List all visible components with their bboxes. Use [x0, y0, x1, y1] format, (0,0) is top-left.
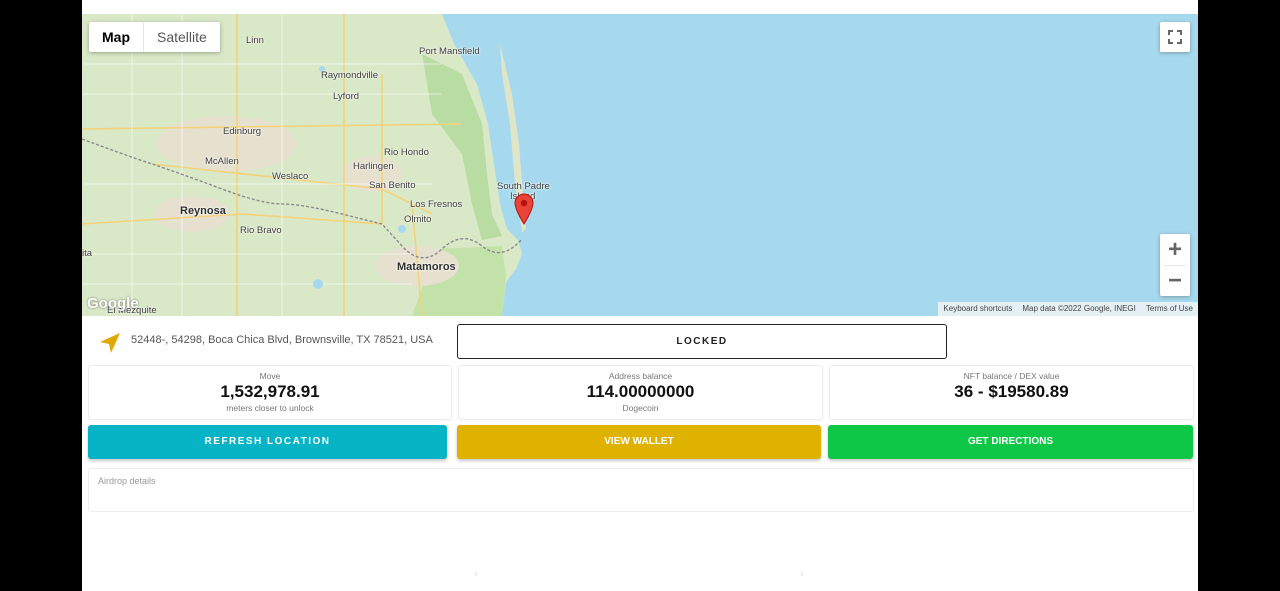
move-value: 1,532,978.91 [220, 382, 320, 401]
address-text: 52448-, 54298, Boca Chica Blvd, Brownsvi… [131, 334, 433, 346]
place-edinburg: Edinburg [223, 126, 262, 137]
refresh-location-button[interactable]: REFRESH LOCATION [88, 425, 447, 459]
balance-value: 114.00000000 [586, 382, 695, 401]
map-canvas [82, 14, 1198, 316]
place-san-benito: San Benito [369, 180, 416, 191]
get-directions-button[interactable]: GET DIRECTIONS [828, 425, 1193, 459]
map-data-text: Map data ©2022 Google, INEGI [1022, 304, 1136, 313]
zoom-divider [1164, 265, 1186, 266]
map-type-map-button[interactable]: Map [89, 22, 144, 52]
nft-label: NFT balance / DEX value [963, 371, 1060, 381]
place-mcallen: McAllen [205, 156, 239, 167]
map-type-satellite-button[interactable]: Satellite [144, 22, 220, 52]
zoom-out-button[interactable]: − [1160, 265, 1190, 296]
airdrop-placeholder: Airdrop details [98, 476, 156, 486]
nft-card: NFT balance / DEX value 36 - $19580.89 [829, 365, 1194, 420]
nft-value: 36 - $19580.89 [954, 382, 1069, 401]
address-row: 52448-, 54298, Boca Chica Blvd, Brownsvi… [82, 316, 1198, 364]
zoom-control: + − [1160, 234, 1190, 296]
place-lyford: Lyford [333, 91, 360, 102]
lock-status: LOCKED [457, 324, 947, 359]
place-weslaco: Weslaco [272, 171, 309, 182]
balance-currency: Dogecoin [622, 403, 659, 413]
place-olmito: Olmito [404, 214, 432, 225]
move-label: Move [259, 371, 281, 381]
place-matamoros: Matamoros [397, 261, 456, 273]
pager-prev-button[interactable]: ‹ [474, 568, 478, 580]
place-reynosa: Reynosa [180, 205, 226, 217]
move-unit: meters closer to unlock [226, 403, 314, 413]
place-raymondville: Raymondville [321, 70, 379, 81]
view-wallet-button[interactable]: VIEW WALLET [457, 425, 821, 459]
zoom-in-button[interactable]: + [1160, 234, 1190, 265]
pager-next-button[interactable]: › [800, 568, 804, 580]
balance-card: Address balance 114.00000000 Dogecoin [458, 365, 823, 420]
map-attribution: Keyboard shortcuts Map data ©2022 Google… [938, 302, 1198, 316]
balance-label: Address balance [608, 371, 673, 381]
place-linn: Linn [246, 35, 264, 46]
place-rio-hondo: Rio Hondo [384, 147, 429, 158]
app-page: Linn Port Mansfield Raymondville Lyford … [82, 0, 1198, 591]
map-type-control: Map Satellite [89, 22, 220, 52]
keyboard-shortcuts-link[interactable]: Keyboard shortcuts [938, 302, 1017, 316]
google-logo: Google [87, 295, 139, 312]
place-port-mansfield: Port Mansfield [419, 46, 480, 57]
place-ita: ita [82, 248, 93, 259]
location-marker-icon[interactable] [514, 193, 534, 225]
map-view[interactable]: Linn Port Mansfield Raymondville Lyford … [82, 14, 1198, 316]
place-harlingen: Harlingen [353, 161, 394, 172]
terms-of-use-link[interactable]: Terms of Use [1141, 302, 1198, 316]
fullscreen-button[interactable] [1160, 22, 1190, 52]
move-card: Move 1,532,978.91 meters closer to unloc… [88, 365, 452, 420]
place-rio-bravo: Rio Bravo [240, 225, 282, 236]
navigation-arrow-icon [100, 333, 120, 353]
place-los-fresnos: Los Fresnos [410, 199, 463, 210]
fullscreen-icon [1168, 30, 1182, 44]
airdrop-details-field[interactable]: Airdrop details [88, 468, 1194, 512]
